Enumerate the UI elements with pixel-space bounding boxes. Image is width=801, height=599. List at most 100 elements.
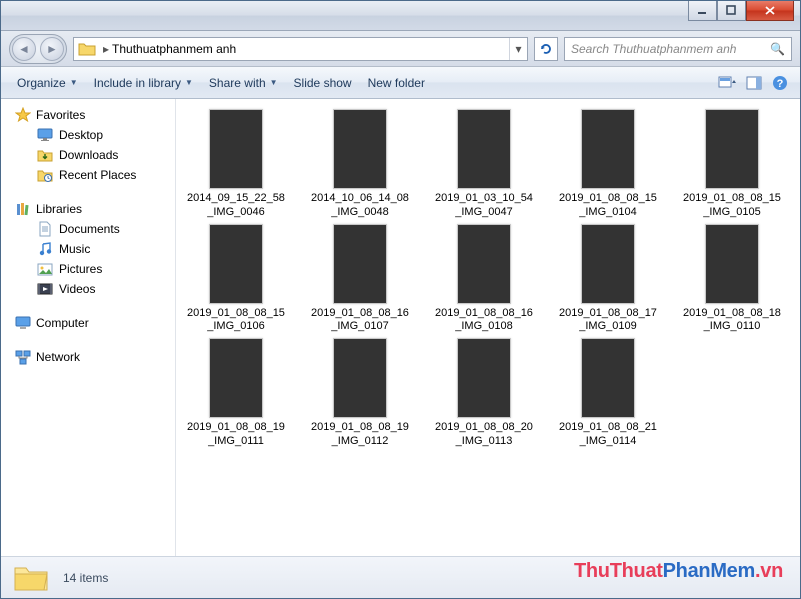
thumbnail-grid: 2014_09_15_22_58_IMG_0046 2014_10_06_14_0…	[184, 109, 792, 449]
star-icon	[15, 107, 31, 123]
thumbnail-image	[705, 224, 759, 304]
file-thumbnail[interactable]: 2019_01_08_08_19_IMG_0111	[184, 338, 288, 449]
toolbar: Organize▼ Include in library▼ Share with…	[1, 67, 800, 99]
status-item-count: 14 items	[63, 571, 108, 585]
file-thumbnail[interactable]: 2019_01_08_08_18_IMG_0110	[680, 224, 784, 335]
sidebar-item-documents[interactable]: Documents	[1, 219, 175, 239]
computer-group: Computer	[1, 313, 175, 333]
help-button[interactable]: ?	[768, 72, 792, 94]
pictures-icon	[37, 261, 53, 277]
navigation-pane: Favorites Desktop Downloads Recent Place…	[1, 99, 176, 556]
thumbnail-image	[457, 338, 511, 418]
downloads-icon	[37, 147, 53, 163]
thumbnail-image	[209, 109, 263, 189]
thumbnail-image	[705, 109, 759, 189]
thumbnail-image	[581, 224, 635, 304]
thumbnail-image	[209, 338, 263, 418]
documents-icon	[37, 221, 53, 237]
desktop-icon	[37, 127, 53, 143]
thumbnail-image	[333, 338, 387, 418]
file-thumbnail[interactable]: 2014_10_06_14_08_IMG_0048	[308, 109, 412, 220]
address-row: ◄ ► ▸ Thuthuatphanmem anh ▾ Search Thuth…	[1, 31, 800, 67]
sidebar-item-network[interactable]: Network	[1, 347, 175, 367]
libraries-header[interactable]: Libraries	[1, 199, 175, 219]
preview-pane-button[interactable]	[742, 72, 766, 94]
address-dropdown[interactable]: ▾	[509, 38, 527, 60]
search-icon: 🔍	[770, 42, 785, 56]
sidebar-item-downloads[interactable]: Downloads	[1, 145, 175, 165]
file-name-label: 2019_01_08_08_21_IMG_0114	[559, 421, 657, 449]
network-group: Network	[1, 347, 175, 367]
file-thumbnail[interactable]: 2019_01_08_08_20_IMG_0113	[432, 338, 536, 449]
share-with-menu[interactable]: Share with▼	[201, 72, 286, 94]
organize-menu[interactable]: Organize▼	[9, 72, 86, 94]
videos-icon	[37, 281, 53, 297]
sidebar-item-computer[interactable]: Computer	[1, 313, 175, 333]
file-name-label: 2014_09_15_22_58_IMG_0046	[187, 192, 285, 220]
close-button[interactable]	[746, 1, 794, 21]
slideshow-button[interactable]: Slide show	[286, 72, 360, 94]
watermark: ThuThuatPhanMem.vn	[574, 560, 783, 583]
include-in-library-menu[interactable]: Include in library▼	[86, 72, 201, 94]
content-pane[interactable]: 2014_09_15_22_58_IMG_0046 2014_10_06_14_0…	[176, 99, 800, 556]
file-thumbnail[interactable]: 2019_01_08_08_17_IMG_0109	[556, 224, 660, 335]
back-button[interactable]: ◄	[12, 37, 36, 61]
favorites-group: Favorites Desktop Downloads Recent Place…	[1, 105, 175, 185]
file-thumbnail[interactable]: 2019_01_03_10_54_IMG_0047	[432, 109, 536, 220]
thumbnail-image	[581, 338, 635, 418]
network-icon	[15, 349, 31, 365]
sidebar-item-videos[interactable]: Videos	[1, 279, 175, 299]
file-name-label: 2019_01_03_10_54_IMG_0047	[435, 192, 533, 220]
libraries-group: Libraries Documents Music Pictures Video…	[1, 199, 175, 299]
thumbnail-image	[333, 224, 387, 304]
file-thumbnail[interactable]: 2019_01_08_08_16_IMG_0108	[432, 224, 536, 335]
file-thumbnail[interactable]: 2019_01_08_08_15_IMG_0106	[184, 224, 288, 335]
file-name-label: 2019_01_08_08_15_IMG_0105	[683, 192, 781, 220]
body: Favorites Desktop Downloads Recent Place…	[1, 99, 800, 556]
file-name-label: 2019_01_08_08_15_IMG_0104	[559, 192, 657, 220]
refresh-button[interactable]	[534, 37, 558, 61]
libraries-icon	[15, 201, 31, 217]
folder-icon	[13, 562, 49, 594]
file-thumbnail[interactable]: 2019_01_08_08_19_IMG_0112	[308, 338, 412, 449]
file-name-label: 2019_01_08_08_15_IMG_0106	[187, 307, 285, 335]
minimize-button[interactable]	[688, 1, 717, 21]
recent-places-icon	[37, 167, 53, 183]
computer-icon	[15, 315, 31, 331]
file-thumbnail[interactable]: 2019_01_08_08_16_IMG_0107	[308, 224, 412, 335]
file-name-label: 2019_01_08_08_17_IMG_0109	[559, 307, 657, 335]
file-name-label: 2014_10_06_14_08_IMG_0048	[311, 192, 409, 220]
nav-arrows: ◄ ►	[9, 34, 67, 64]
search-input[interactable]: Search Thuthuatphanmem anh 🔍	[564, 37, 792, 61]
forward-button[interactable]: ►	[40, 37, 64, 61]
thumbnail-image	[209, 224, 263, 304]
thumbnail-image	[457, 224, 511, 304]
folder-icon	[78, 41, 96, 57]
titlebar	[1, 1, 800, 31]
chevron-right-icon: ▸	[103, 42, 109, 56]
sidebar-item-pictures[interactable]: Pictures	[1, 259, 175, 279]
new-folder-button[interactable]: New folder	[360, 72, 433, 94]
breadcrumb-folder[interactable]: Thuthuatphanmem anh	[112, 42, 236, 56]
svg-text:?: ?	[777, 78, 784, 90]
search-placeholder: Search Thuthuatphanmem anh	[571, 42, 736, 56]
file-thumbnail[interactable]: 2019_01_08_08_15_IMG_0105	[680, 109, 784, 220]
sidebar-item-desktop[interactable]: Desktop	[1, 125, 175, 145]
file-name-label: 2019_01_08_08_18_IMG_0110	[683, 307, 781, 335]
file-name-label: 2019_01_08_08_16_IMG_0107	[311, 307, 409, 335]
address-bar[interactable]: ▸ Thuthuatphanmem anh ▾	[73, 37, 528, 61]
maximize-button[interactable]	[717, 1, 746, 21]
file-thumbnail[interactable]: 2014_09_15_22_58_IMG_0046	[184, 109, 288, 220]
file-name-label: 2019_01_08_08_20_IMG_0113	[435, 421, 533, 449]
favorites-header[interactable]: Favorites	[1, 105, 175, 125]
thumbnail-image	[457, 109, 511, 189]
view-options-button[interactable]	[716, 72, 740, 94]
sidebar-item-recent-places[interactable]: Recent Places	[1, 165, 175, 185]
file-thumbnail[interactable]: 2019_01_08_08_15_IMG_0104	[556, 109, 660, 220]
file-name-label: 2019_01_08_08_16_IMG_0108	[435, 307, 533, 335]
file-name-label: 2019_01_08_08_19_IMG_0111	[187, 421, 285, 449]
file-thumbnail[interactable]: 2019_01_08_08_21_IMG_0114	[556, 338, 660, 449]
thumbnail-image	[581, 109, 635, 189]
sidebar-item-music[interactable]: Music	[1, 239, 175, 259]
file-name-label: 2019_01_08_08_19_IMG_0112	[311, 421, 409, 449]
